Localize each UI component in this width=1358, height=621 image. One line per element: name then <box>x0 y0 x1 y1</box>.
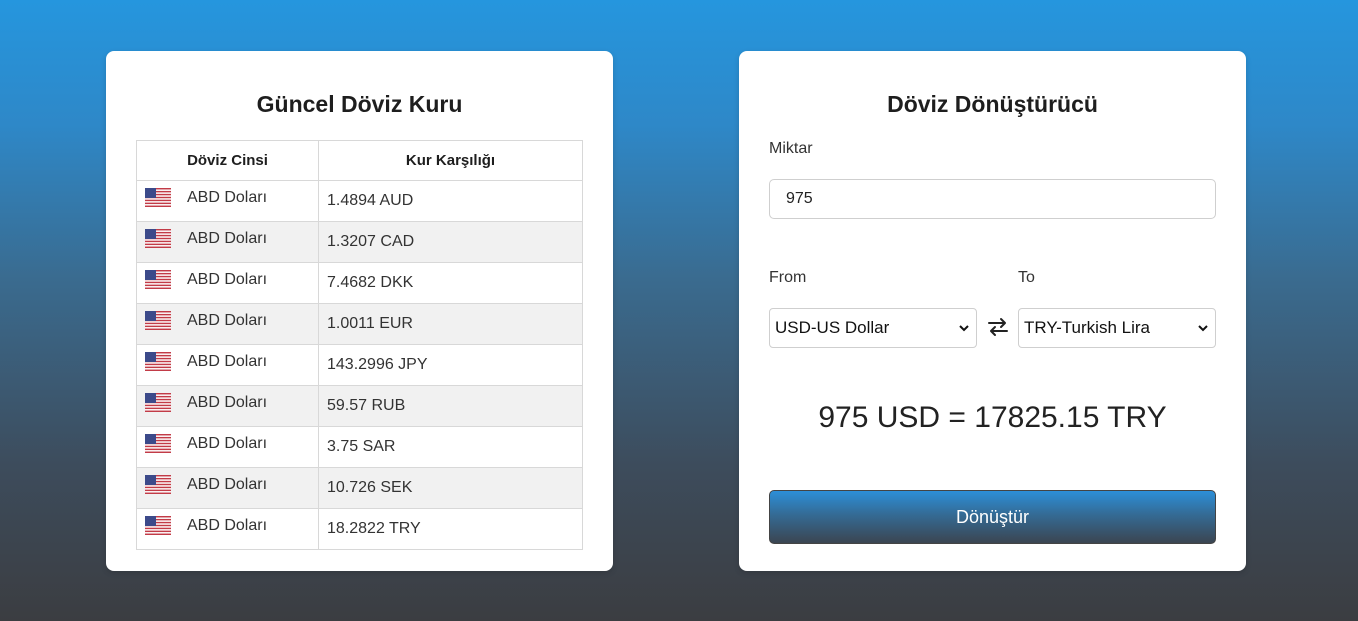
from-currency-select[interactable]: USD-US Dollar <box>769 308 977 348</box>
convert-button[interactable]: Dönüştür <box>769 490 1216 544</box>
table-row: ABD Doları 3.75 SAR <box>136 426 583 468</box>
us-flag-icon <box>145 229 171 249</box>
us-flag-icon <box>145 393 171 413</box>
table-row: ABD Doları 59.57 RUB <box>136 385 583 427</box>
currency-cell: ABD Doları <box>136 385 319 427</box>
table-row: ABD Doları 143.2996 JPY <box>136 344 583 386</box>
chevron-down-icon <box>959 325 969 332</box>
rate-value-cell: 7.4682 DKK <box>318 262 583 304</box>
to-currency-select[interactable]: TRY-Turkish Lira <box>1018 308 1216 348</box>
amount-label: Miktar <box>769 140 813 157</box>
rate-value-cell: 3.75 SAR <box>318 426 583 468</box>
conversion-result: 975 USD = 17825.15 TRY <box>818 401 1167 434</box>
rate-value-cell: 1.4894 AUD <box>318 180 583 222</box>
to-currency-value: TRY-Turkish Lira <box>1024 318 1150 337</box>
from-label: From <box>769 269 807 286</box>
rate-value-cell: 59.57 RUB <box>318 385 583 427</box>
table-row: ABD Doları 7.4682 DKK <box>136 262 583 304</box>
table-row: ABD Doları 1.4894 AUD <box>136 180 583 222</box>
currency-cell: ABD Doları <box>136 262 319 304</box>
currency-cell: ABD Doları <box>136 508 319 550</box>
us-flag-icon <box>145 270 171 290</box>
table-body: ABD Doları 1.4894 AUD ABD Doları 1.3207 CAD… <box>136 180 583 550</box>
currency-cell: ABD Doları <box>136 303 319 345</box>
rate-value-cell: 10.726 SEK <box>318 467 583 509</box>
rate-value-cell: 18.2822 TRY <box>318 508 583 550</box>
table-row: ABD Doları 1.3207 CAD <box>136 221 583 263</box>
rate-value-cell: 1.3207 CAD <box>318 221 583 263</box>
column-header-currency: Döviz Cinsi <box>136 140 319 181</box>
us-flag-icon <box>145 516 171 536</box>
rates-card-title: Güncel Döviz Kuru <box>256 91 463 117</box>
currency-cell: ABD Doları <box>136 180 319 222</box>
currency-cell: ABD Doları <box>136 344 319 386</box>
currency-name: ABD Doları <box>187 229 268 247</box>
column-header-rate: Kur Karşılığı <box>318 140 583 181</box>
currency-name: ABD Doları <box>187 188 268 206</box>
swap-arrows-icon[interactable] <box>986 315 1010 339</box>
exchange-rates-card: Güncel Döviz Kuru Döviz Cinsi Kur Karşıl… <box>106 51 613 571</box>
table-row: ABD Doları 1.0011 EUR <box>136 303 583 345</box>
from-currency-value: USD-US Dollar <box>775 318 890 337</box>
currency-name: ABD Doları <box>187 270 268 288</box>
chevron-down-icon <box>1198 325 1208 332</box>
us-flag-icon <box>145 434 171 454</box>
rate-value-cell: 1.0011 EUR <box>318 303 583 345</box>
currency-converter-card: Döviz Dönüştürücü Miktar From To USD-US … <box>739 51 1246 571</box>
us-flag-icon <box>145 188 171 208</box>
table-row: ABD Doları 18.2822 TRY <box>136 508 583 550</box>
currency-name: ABD Doları <box>187 434 268 452</box>
table-header-row: Döviz Cinsi Kur Karşılığı <box>136 140 583 181</box>
amount-input[interactable] <box>769 179 1216 219</box>
converter-card-title: Döviz Dönüştürücü <box>887 91 1098 117</box>
currency-cell: ABD Doları <box>136 467 319 509</box>
currency-name: ABD Doları <box>187 516 268 534</box>
us-flag-icon <box>145 311 171 331</box>
exchange-rates-table: Döviz Cinsi Kur Karşılığı ABD Doları 1.48… <box>136 140 583 550</box>
rate-value-cell: 143.2996 JPY <box>318 344 583 386</box>
currency-cell: ABD Doları <box>136 426 319 468</box>
currency-name: ABD Doları <box>187 393 268 411</box>
us-flag-icon <box>145 352 171 372</box>
to-label: To <box>1018 269 1035 286</box>
currency-name: ABD Doları <box>187 352 268 370</box>
currency-name: ABD Doları <box>187 475 268 493</box>
currency-name: ABD Doları <box>187 311 268 329</box>
table-row: ABD Doları 10.726 SEK <box>136 467 583 509</box>
us-flag-icon <box>145 475 171 495</box>
currency-cell: ABD Doları <box>136 221 319 263</box>
